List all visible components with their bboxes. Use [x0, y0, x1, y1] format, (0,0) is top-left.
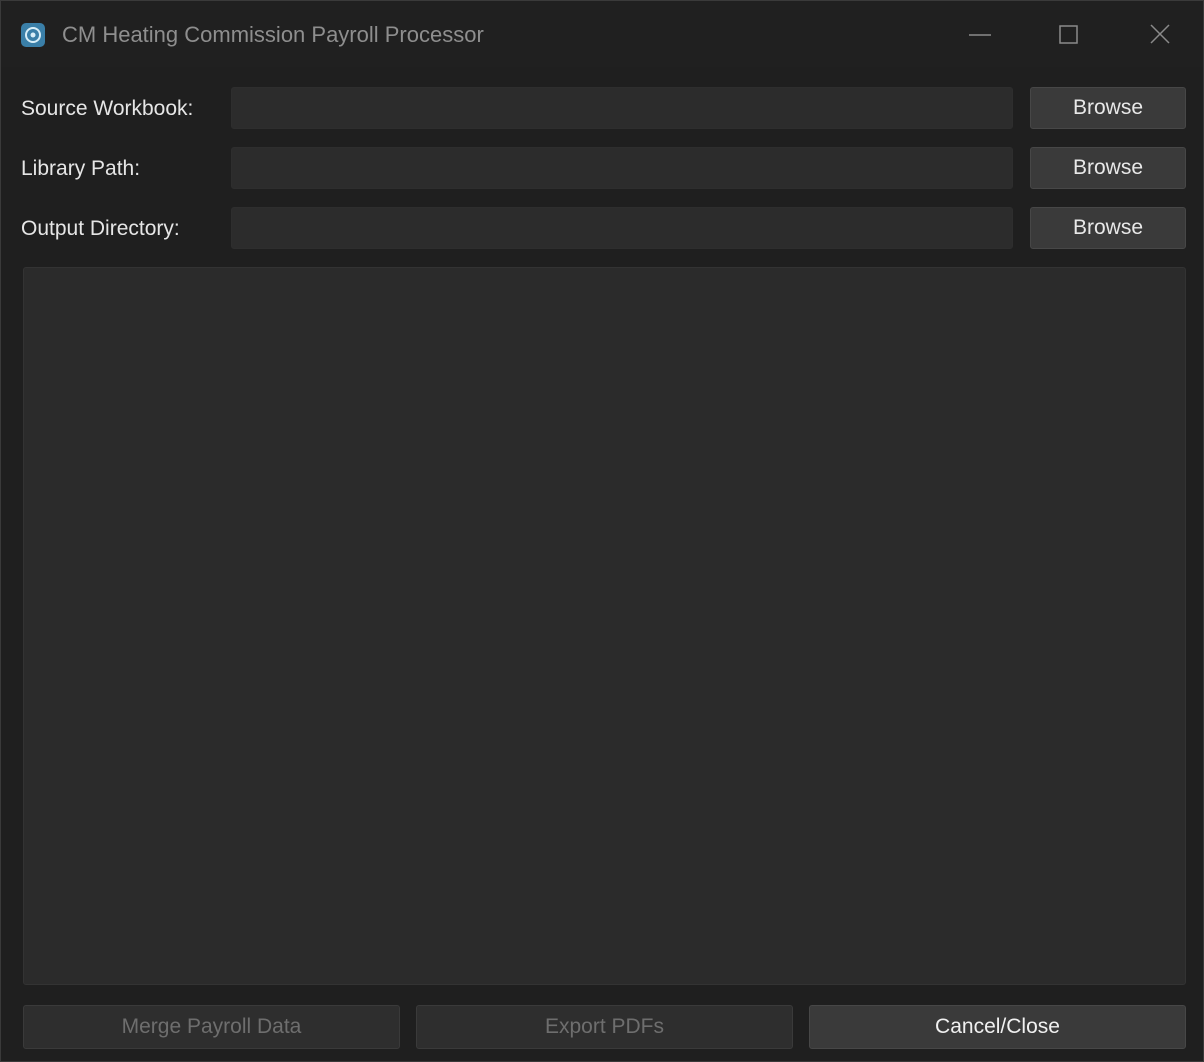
merge-payroll-data-button[interactable]: Merge Payroll Data [23, 1005, 400, 1049]
source-workbook-label: Source Workbook: [21, 97, 194, 120]
maximize-icon [1059, 25, 1078, 44]
close-button[interactable] [1139, 15, 1183, 55]
output-directory-label: Output Directory: [21, 217, 180, 240]
library-path-label: Library Path: [21, 157, 141, 180]
close-icon [1150, 24, 1170, 44]
library-path-browse-button[interactable]: Browse [1030, 147, 1186, 189]
output-directory-input[interactable] [231, 207, 1013, 249]
source-workbook-input[interactable] [231, 87, 1013, 129]
export-pdfs-button[interactable]: Export PDFs [416, 1005, 793, 1049]
output-directory-browse-button[interactable]: Browse [1030, 207, 1186, 249]
source-workbook-browse-button[interactable]: Browse [1030, 87, 1186, 129]
library-path-input[interactable] [231, 147, 1013, 189]
cancel-close-button[interactable]: Cancel/Close [809, 1005, 1186, 1049]
app-icon [21, 23, 45, 47]
log-output-area[interactable] [23, 267, 1186, 985]
window-title: CM Heating Commission Payroll Processor [62, 22, 484, 47]
maximize-button[interactable] [1047, 15, 1091, 55]
app-window: CM Heating Commission Payroll Processor … [0, 0, 1204, 1062]
title-bar[interactable]: CM Heating Commission Payroll Processor [1, 1, 1203, 67]
minimize-button[interactable] [959, 15, 1003, 55]
